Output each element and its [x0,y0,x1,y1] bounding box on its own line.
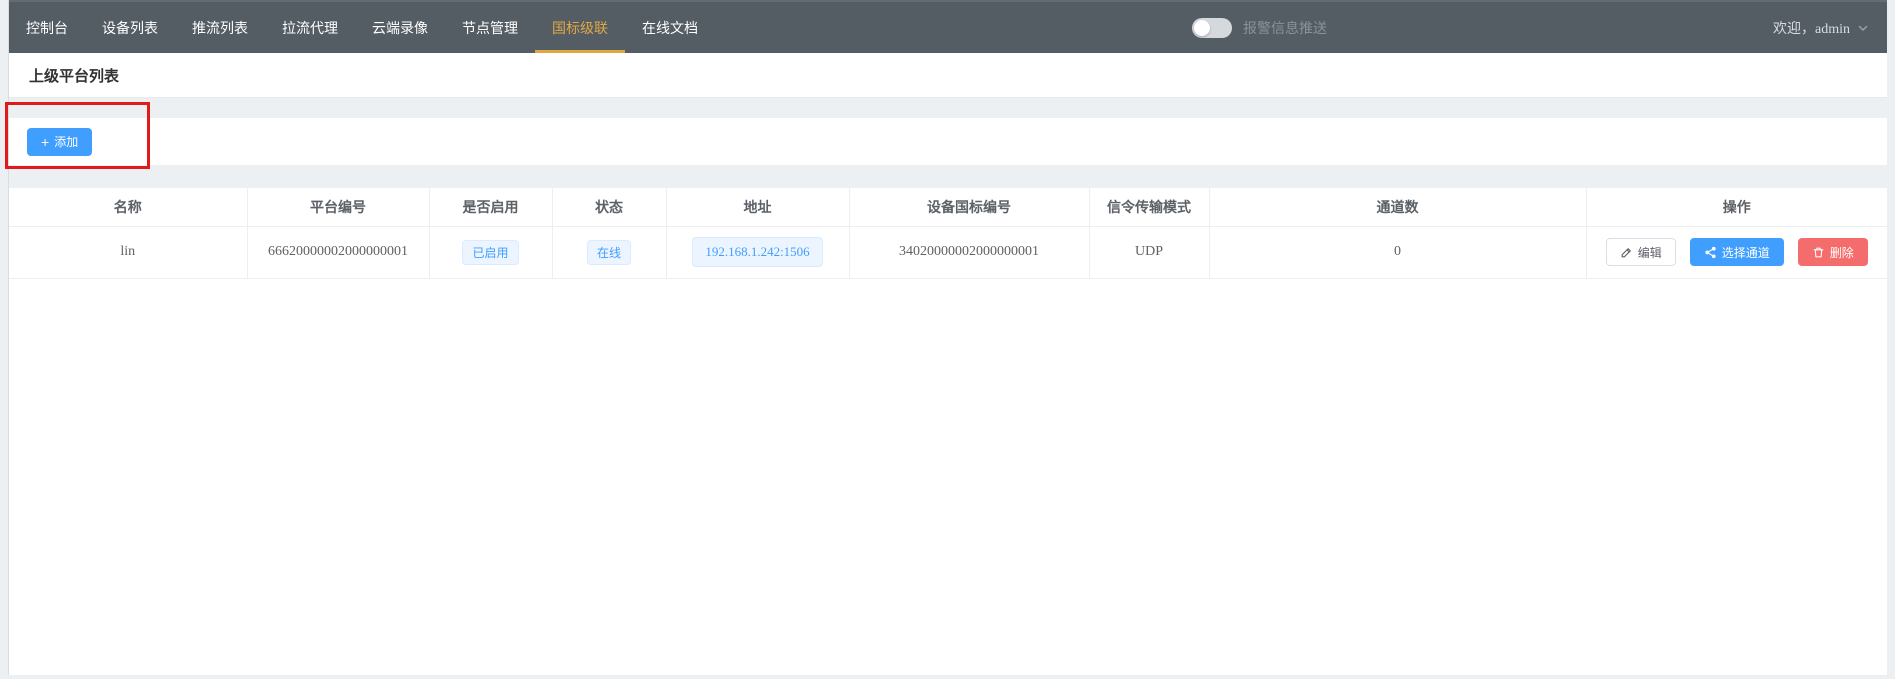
nav-item-gb-cascade[interactable]: 国标级联 [535,2,625,53]
cell-platform-id: 66620000002000000001 [247,226,429,278]
plus-icon: + [41,135,49,149]
user-menu[interactable]: 欢迎，admin [1773,2,1869,53]
cell-actions: 编辑 选择通道 删除 [1586,226,1887,278]
select-channel-label: 选择通道 [1722,244,1770,261]
col-header-name: 名称 [9,188,247,226]
page-header: 上级平台列表 [9,53,1887,98]
nav-item-node-manage[interactable]: 节点管理 [445,2,535,53]
edit-button[interactable]: 编辑 [1606,238,1676,266]
col-header-status: 状态 [552,188,666,226]
delete-button-label: 删除 [1830,244,1854,261]
col-header-platform-id: 平台编号 [247,188,429,226]
col-header-actions: 操作 [1586,188,1887,226]
col-header-channels: 通道数 [1209,188,1586,226]
nav-item-push-list[interactable]: 推流列表 [175,2,265,53]
chevron-down-icon [1857,22,1869,34]
toggle-knob [1194,20,1210,36]
select-channel-button[interactable]: 选择通道 [1690,238,1784,266]
col-header-transport: 信令传输模式 [1089,188,1209,226]
enabled-badge: 已启用 [462,240,518,265]
top-navbar: 控制台 设备列表 推流列表 拉流代理 云端录像 节点管理 国标级联 在线文档 报… [9,0,1887,53]
nav-item-online-docs[interactable]: 在线文档 [625,2,715,53]
share-icon [1704,246,1717,259]
page-title: 上级平台列表 [29,65,119,86]
add-button[interactable]: + 添加 [27,128,92,156]
nav-item-device-list[interactable]: 设备列表 [85,2,175,53]
cell-status: 在线 [552,226,666,278]
table-row: lin 66620000002000000001 已启用 在线 192.168.… [9,226,1887,278]
welcome-text: 欢迎，admin [1773,18,1850,38]
cell-channels: 0 [1209,226,1586,278]
nav-item-cloud-record[interactable]: 云端录像 [355,2,445,53]
alarm-push-label: 报警信息推送 [1243,18,1327,38]
platform-table: 名称 平台编号 是否启用 状态 地址 设备国标编号 信令传输模式 通道数 操作 … [9,188,1887,279]
trash-icon [1812,246,1825,259]
platform-table-card: 名称 平台编号 是否启用 状态 地址 设备国标编号 信令传输模式 通道数 操作 … [9,188,1887,675]
nav-item-pull-proxy[interactable]: 拉流代理 [265,2,355,53]
cell-gb-id: 34020000002000000001 [849,226,1089,278]
cell-name: lin [9,226,247,278]
cell-transport: UDP [1089,226,1209,278]
app-container: 控制台 设备列表 推流列表 拉流代理 云端录像 节点管理 国标级联 在线文档 报… [9,0,1887,675]
alarm-push-control: 报警信息推送 [1192,2,1327,53]
nav-item-console[interactable]: 控制台 [9,2,85,53]
address-badge: 192.168.1.242:1506 [692,237,822,267]
col-header-gb-id: 设备国标编号 [849,188,1089,226]
add-button-label: 添加 [54,133,78,150]
alarm-push-toggle[interactable] [1192,18,1232,38]
cell-address: 192.168.1.242:1506 [666,226,849,278]
pencil-icon [1620,246,1633,259]
col-header-enabled: 是否启用 [429,188,552,226]
col-header-address: 地址 [666,188,849,226]
table-header-row: 名称 平台编号 是否启用 状态 地址 设备国标编号 信令传输模式 通道数 操作 [9,188,1887,226]
toolbar: + 添加 [9,118,1887,165]
delete-button[interactable]: 删除 [1798,238,1868,266]
edit-button-label: 编辑 [1638,244,1662,261]
cell-enabled: 已启用 [429,226,552,278]
status-badge: 在线 [587,240,631,265]
